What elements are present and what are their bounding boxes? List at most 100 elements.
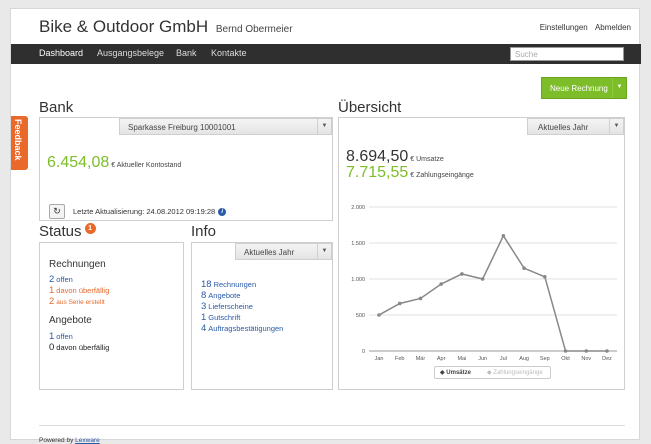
x-tick-label: Jan <box>375 356 384 362</box>
x-tick-label: Dez <box>602 356 612 362</box>
balance-label: € Aktueller Kontostand <box>111 162 182 169</box>
refresh-icon: ↻ <box>53 206 61 216</box>
payments-label: € Zahlungseingänge <box>410 172 474 179</box>
y-tick-label: 0 <box>362 349 365 355</box>
legend-item-zahlungseingaenge[interactable]: ◆ Zahlungseingänge <box>487 369 543 376</box>
x-tick-label: Feb <box>395 356 404 362</box>
invoices-open-count: 2 <box>49 274 55 285</box>
info-label: Auftragsbestätigungen <box>208 324 284 333</box>
data-point <box>418 296 423 301</box>
info-item-gutschrift[interactable]: 1 Gutschrift <box>201 312 240 323</box>
x-tick-label: Aug <box>519 356 529 362</box>
invoices-recurring-link[interactable]: 2 aus Serie erstellt <box>49 296 105 307</box>
top-bar: Bike & Outdoor GmbH Bernd Obermeier Eins… <box>11 9 641 43</box>
chevron-down-icon: ▼ <box>609 119 623 134</box>
bank-account-value: Sparkasse Freiburg 10001001 <box>128 123 236 132</box>
x-tick-label: Okt <box>561 356 570 362</box>
nav-item-bank[interactable]: Bank <box>176 48 197 58</box>
info-count: 3 <box>201 301 207 312</box>
data-point <box>563 349 568 353</box>
data-point <box>501 234 506 238</box>
series-line-umsaetze <box>378 234 607 352</box>
info-period-value: Aktuelles Jahr <box>244 248 295 257</box>
invoices-open-link[interactable]: 2 offen <box>49 274 73 285</box>
data-point <box>439 282 443 286</box>
payments-value: 7.715,55 <box>346 164 409 181</box>
x-tick-label: Jun <box>478 356 487 362</box>
refresh-button[interactable]: ↻ <box>49 204 65 219</box>
status-badge: 1 <box>84 223 96 234</box>
info-item-rechnungen[interactable]: 18 Rechnungen <box>201 279 256 290</box>
offers-heading: Angebote <box>49 315 92 326</box>
top-links: Einstellungen Abmelden <box>535 23 631 32</box>
logout-link[interactable]: Abmelden <box>595 23 631 32</box>
invoices-overdue-label: davon überfällig <box>56 286 110 295</box>
info-label: Gutschrift <box>208 313 241 322</box>
invoices-open-label: offen <box>56 275 73 284</box>
offers-open-count: 1 <box>49 331 55 342</box>
offers-open-label: offen <box>56 332 73 341</box>
nav-item-ausgangsbelege[interactable]: Ausgangsbelege <box>97 48 164 58</box>
invoices-overdue-count: 1 <box>49 285 55 296</box>
chevron-down-icon[interactable]: ▼ <box>612 78 626 98</box>
status-title: Status 1 <box>39 223 96 240</box>
settings-link[interactable]: Einstellungen <box>540 23 588 32</box>
info-item-lieferscheine[interactable]: 3 Lieferscheine <box>201 301 253 312</box>
feedback-tab[interactable]: Feedback <box>11 116 28 170</box>
data-point <box>543 275 547 279</box>
info-count: 4 <box>201 323 207 334</box>
company-title: Bike & Outdoor GmbH Bernd Obermeier <box>39 17 293 37</box>
footer-divider <box>39 425 625 426</box>
overview-period-select[interactable]: Aktuelles Jahr ▼ <box>527 118 624 135</box>
invoices-overdue-link[interactable]: 1 davon überfällig <box>49 285 109 296</box>
legend-label: Umsätze <box>446 370 471 376</box>
info-label: Angebote <box>208 291 241 300</box>
new-invoice-label: Neue Rechnung <box>550 84 608 93</box>
legend-item-umsaetze[interactable]: ◆ Umsätze <box>440 369 471 376</box>
legend-label: Zahlungseingänge <box>493 370 543 376</box>
chevron-down-icon: ▼ <box>317 244 331 259</box>
status-title-text: Status <box>39 223 82 240</box>
info-title: Info <box>191 223 217 240</box>
x-tick-label: Mai <box>457 356 466 362</box>
x-tick-label: Sep <box>540 356 550 362</box>
data-point <box>584 349 589 353</box>
info-item-auftragsbestaetigungen[interactable]: 4 Auftragsbestätigungen <box>201 323 283 334</box>
x-tick-label: Apr <box>437 356 446 362</box>
offers-overdue-line: 0 davon überfällig <box>49 342 109 353</box>
info-item-angebote[interactable]: 8 Angebote <box>201 290 240 301</box>
chevron-down-icon: ▼ <box>317 119 331 134</box>
revenue-value: 8.694,50 <box>346 148 409 165</box>
data-point <box>522 266 526 270</box>
new-invoice-button[interactable]: Neue Rechnung ▼ <box>541 77 627 99</box>
revenue-label: € Umsatze <box>410 156 444 163</box>
offers-overdue-label: davon überfällig <box>56 343 110 352</box>
x-tick-label: Mär <box>416 356 426 362</box>
data-point <box>377 313 381 317</box>
balance-value: 6.454,08 <box>47 154 110 171</box>
y-tick-label: 1.500 <box>351 241 365 247</box>
info-count: 8 <box>201 290 207 301</box>
invoices-heading: Rechnungen <box>49 259 106 270</box>
offers-open-link[interactable]: 1 offen <box>49 331 73 342</box>
company-name: Bike & Outdoor GmbH <box>39 17 209 36</box>
x-tick-label: Nov <box>581 356 591 362</box>
overview-title: Übersicht <box>338 99 402 116</box>
info-label: Rechnungen <box>213 280 257 289</box>
info-icon[interactable]: i <box>218 208 227 217</box>
offers-overdue-count: 0 <box>49 342 55 353</box>
info-count: 1 <box>201 312 207 323</box>
data-point <box>480 277 485 281</box>
bank-account-select[interactable]: Sparkasse Freiburg 10001001 ▼ <box>119 118 332 135</box>
info-period-select[interactable]: Aktuelles Jahr ▼ <box>235 243 332 260</box>
chart-legend: ◆ Umsätze ◆ Zahlungseingänge <box>434 366 551 379</box>
nav-item-kontakte[interactable]: Kontakte <box>211 48 247 58</box>
invoices-recurring-count: 2 <box>49 296 55 307</box>
search-input[interactable] <box>510 47 624 61</box>
main-navbar: Dashboard Ausgangsbelege Bank Kontakte <box>11 44 641 64</box>
owner-name: Bernd Obermeier <box>215 24 293 35</box>
info-label: Lieferscheine <box>208 302 253 311</box>
nav-item-dashboard[interactable]: Dashboard <box>39 48 83 58</box>
y-tick-label: 2.000 <box>351 205 365 211</box>
info-count: 18 <box>201 279 212 290</box>
